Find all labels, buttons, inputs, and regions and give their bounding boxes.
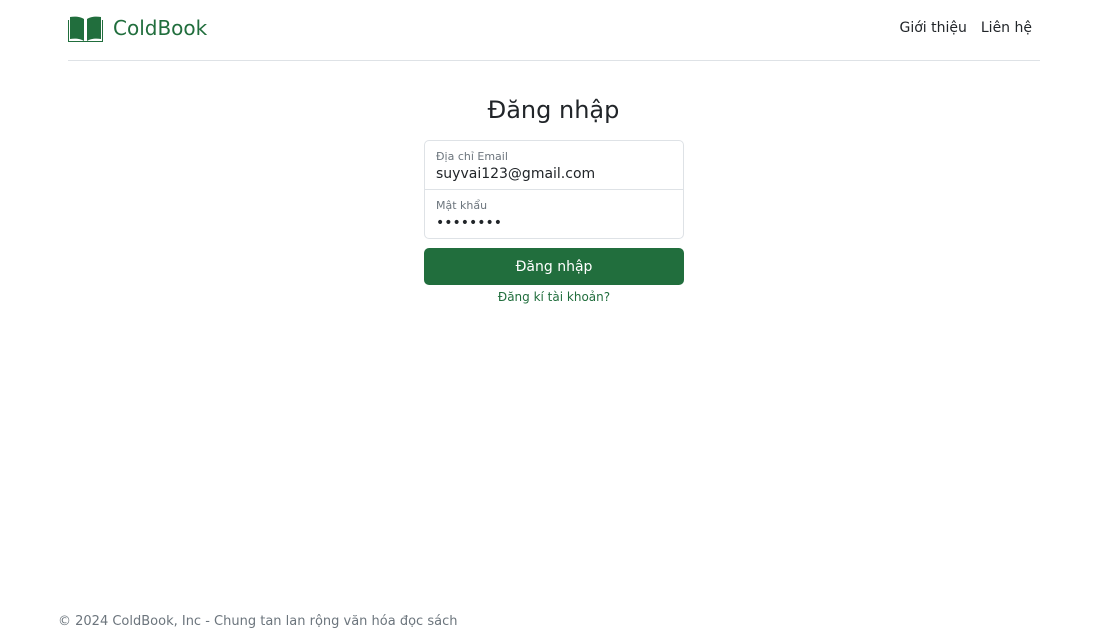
- password-field-group: Mật khẩu: [424, 189, 684, 239]
- brand-link[interactable]: ColdBook: [68, 14, 207, 43]
- email-label: Địa chỉ Email: [436, 150, 508, 163]
- open-book-icon: [68, 16, 103, 42]
- nav-link-about[interactable]: Giới thiệu: [899, 20, 966, 36]
- login-button[interactable]: Đăng nhập: [424, 248, 684, 285]
- email-field-group: Địa chỉ Email: [424, 140, 684, 190]
- site-header: ColdBook Giới thiệu Liên hệ: [68, 0, 1040, 61]
- password-field[interactable]: [436, 215, 672, 231]
- register-link[interactable]: Đăng kí tài khoản?: [424, 290, 684, 304]
- brand-name: ColdBook: [113, 16, 208, 40]
- main-nav: Giới thiệu Liên hệ: [899, 20, 1032, 36]
- email-field[interactable]: [436, 166, 672, 182]
- nav-link-contact[interactable]: Liên hệ: [981, 20, 1032, 36]
- footer-copyright: © 2024 ColdBook, Inc - Chung tan lan rộn…: [58, 614, 458, 629]
- login-form: Địa chỉ Email Mật khẩu Đăng nhập Đăng kí…: [424, 140, 684, 304]
- page-title: Đăng nhập: [487, 96, 620, 124]
- password-label: Mật khẩu: [436, 199, 488, 212]
